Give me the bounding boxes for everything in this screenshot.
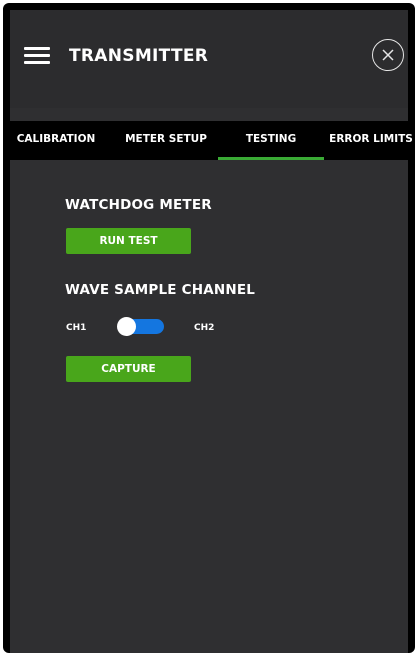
watchdog-meter-label: WATCHDOG METER [65, 197, 212, 213]
device-frame: TRANSMITTER CALIBRATION METER SETUP TEST… [3, 3, 415, 653]
app-header: TRANSMITTER [10, 10, 408, 108]
channel-option-ch1: CH1 [66, 323, 87, 333]
app-screen: TRANSMITTER CALIBRATION METER SETUP TEST… [10, 10, 413, 653]
hamburger-menu-icon[interactable] [24, 47, 50, 65]
tab-meter-setup[interactable]: METER SETUP [116, 121, 216, 160]
run-test-button[interactable]: RUN TEST [66, 228, 191, 254]
tab-calibration[interactable]: CALIBRATION [14, 121, 98, 160]
toggle-knob [117, 317, 136, 336]
channel-toggle-switch[interactable] [117, 317, 164, 336]
tab-error-limits[interactable]: ERROR LIMITS [328, 121, 414, 160]
wave-sample-channel-label: WAVE SAMPLE CHANNEL [65, 282, 256, 298]
page-title: TRANSMITTER [69, 46, 209, 66]
close-icon[interactable] [372, 39, 404, 71]
tab-bar: CALIBRATION METER SETUP TESTING ERROR LI… [10, 121, 413, 160]
capture-button[interactable]: CAPTURE [66, 356, 191, 382]
tab-testing[interactable]: TESTING [218, 121, 324, 160]
channel-option-ch2: CH2 [194, 323, 215, 333]
